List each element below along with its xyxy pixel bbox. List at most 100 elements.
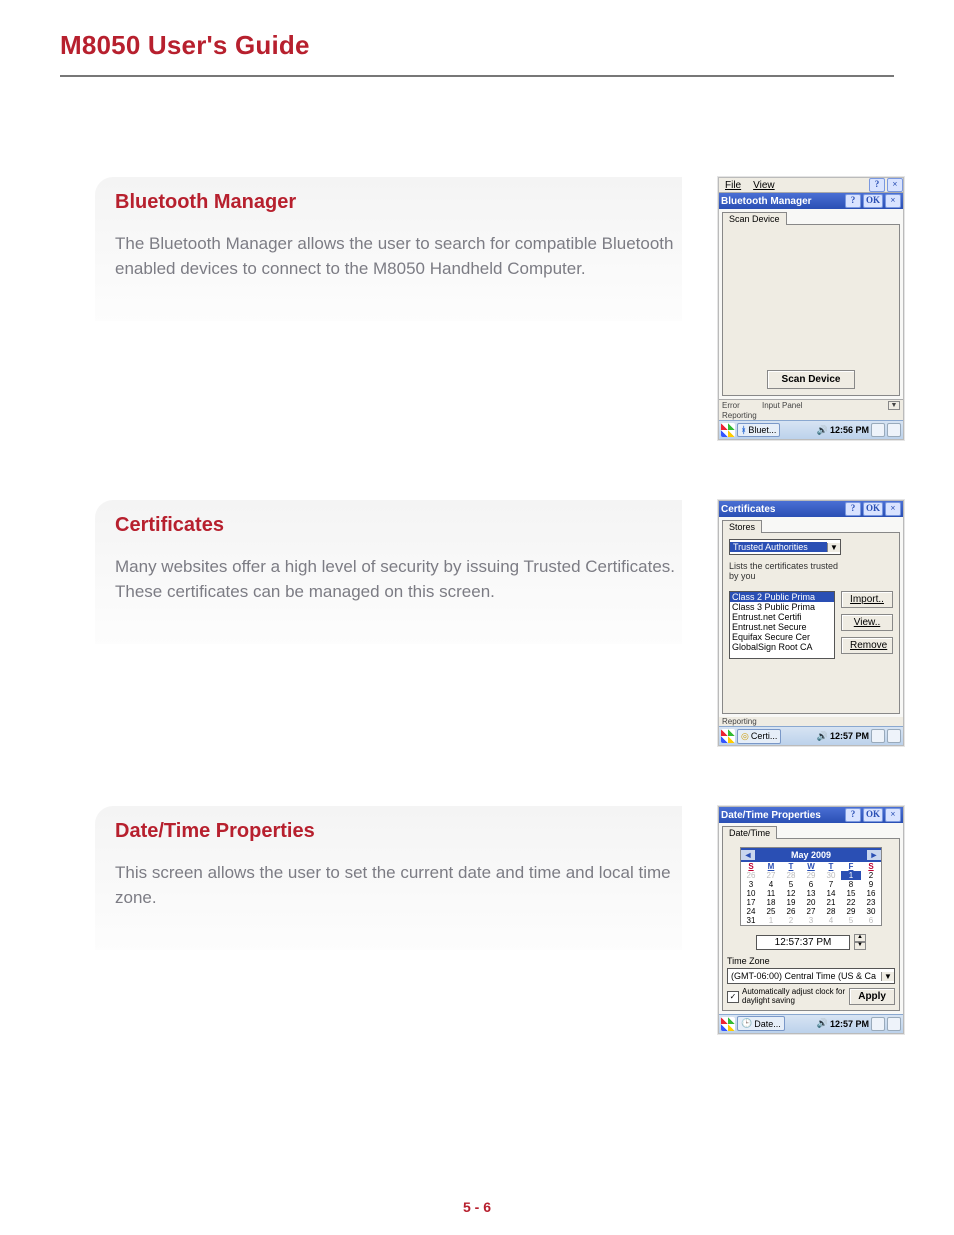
apply-button[interactable]: Apply [849, 988, 895, 1005]
bt-ok-button[interactable]: OK [863, 194, 883, 208]
cert-help-button[interactable]: ? [845, 502, 861, 516]
list-item[interactable]: Class 2 Public Prima [730, 592, 834, 602]
taskbar-app-button[interactable]: ◎ Certi... [737, 729, 781, 744]
cal-day[interactable]: 2 [861, 871, 881, 880]
cert-close-button[interactable]: × [885, 502, 901, 516]
cal-day[interactable]: 3 [741, 880, 761, 889]
tray-volume-icon[interactable]: 🔊 [817, 1018, 828, 1029]
header-rule [60, 75, 894, 77]
taskbar: ᚼ Bluet... 🔊 12:56 PM [719, 420, 903, 439]
cal-day[interactable]: 19 [781, 898, 801, 907]
dt-tab-datetime[interactable]: Date/Time [722, 826, 777, 839]
cal-day[interactable]: 24 [741, 907, 761, 916]
cal-day[interactable]: 15 [841, 889, 861, 898]
list-item[interactable]: Equifax Secure Cer [730, 632, 834, 642]
dst-checkbox[interactable]: ✓ [727, 991, 739, 1003]
tray-sip-icon[interactable] [871, 729, 885, 743]
cal-day[interactable]: 10 [741, 889, 761, 898]
list-item[interactable]: Entrust.net Certifi [730, 612, 834, 622]
cal-next-button[interactable]: ► [867, 850, 881, 860]
dt-window-title: Date/Time Properties [721, 810, 821, 821]
cal-day[interactable]: 29 [841, 907, 861, 916]
import-button[interactable]: Import.. [841, 591, 893, 608]
certificate-listbox[interactable]: Class 2 Public Prima Class 3 Public Prim… [729, 591, 835, 659]
time-input[interactable]: 12:57:37 PM [756, 935, 850, 950]
start-button[interactable] [721, 1017, 735, 1031]
cal-day-prev[interactable]: 26 [741, 871, 761, 880]
spinner-up-icon[interactable]: ▲ [854, 934, 866, 942]
cal-day[interactable]: 20 [801, 898, 821, 907]
trusted-authorities-dropdown[interactable]: Trusted Authorities ▼ [729, 539, 841, 555]
cal-day-prev[interactable]: 28 [781, 871, 801, 880]
dt-ok-button[interactable]: OK [863, 808, 883, 822]
spinner-down-icon[interactable]: ▼ [854, 942, 866, 950]
list-item[interactable]: GlobalSign Root CA [730, 642, 834, 652]
cal-day-next[interactable]: 6 [861, 916, 881, 925]
cal-day[interactable]: 31 [741, 916, 761, 925]
cal-day[interactable]: 8 [841, 880, 861, 889]
cal-day[interactable]: 13 [801, 889, 821, 898]
bt-help-button[interactable]: ? [845, 194, 861, 208]
cal-day-next[interactable]: 4 [821, 916, 841, 925]
cal-day-next[interactable]: 2 [781, 916, 801, 925]
cal-day[interactable]: 12 [781, 889, 801, 898]
cal-day-prev[interactable]: 29 [801, 871, 821, 880]
list-item[interactable]: Class 3 Public Prima [730, 602, 834, 612]
app-help-button[interactable]: ? [869, 178, 885, 192]
tray-desktop-icon[interactable] [887, 423, 901, 437]
cert-ok-button[interactable]: OK [863, 502, 883, 516]
dropdown-icon[interactable]: ▼ [888, 401, 900, 410]
tray-sip-icon[interactable] [871, 1017, 885, 1031]
cal-day[interactable]: 5 [781, 880, 801, 889]
cal-day[interactable]: 6 [801, 880, 821, 889]
menu-file[interactable]: File [719, 180, 747, 191]
cal-day[interactable]: 16 [861, 889, 881, 898]
cert-tab-stores[interactable]: Stores [722, 520, 762, 533]
remove-button[interactable]: Remove [841, 637, 893, 654]
cal-day-next[interactable]: 1 [761, 916, 781, 925]
tray-volume-icon[interactable]: 🔊 [817, 425, 828, 436]
list-item[interactable]: Entrust.net Secure [730, 622, 834, 632]
cal-day-prev[interactable]: 27 [761, 871, 781, 880]
calendar[interactable]: ◄ May 2009 ► SMTWTFS26272829301234567891… [740, 847, 882, 926]
dt-close-button[interactable]: × [885, 808, 901, 822]
time-spinner[interactable]: ▲▼ [854, 934, 866, 950]
cal-day[interactable]: 25 [761, 907, 781, 916]
cal-day-today[interactable]: 1 [841, 871, 861, 880]
cal-day-next[interactable]: 5 [841, 916, 861, 925]
view-button[interactable]: View.. [841, 614, 893, 631]
cal-day[interactable]: 4 [761, 880, 781, 889]
taskbar-app-button[interactable]: 🕒 Date... [737, 1016, 785, 1031]
start-button[interactable] [721, 423, 735, 437]
scan-device-button[interactable]: Scan Device [767, 370, 856, 389]
cal-day[interactable]: 9 [861, 880, 881, 889]
app-close-button[interactable]: × [887, 178, 903, 192]
bt-tab-scan-device[interactable]: Scan Device [722, 212, 787, 225]
tray-desktop-icon[interactable] [887, 729, 901, 743]
cal-day[interactable]: 21 [821, 898, 841, 907]
cal-day[interactable]: 14 [821, 889, 841, 898]
cal-day-next[interactable]: 3 [801, 916, 821, 925]
cal-day[interactable]: 11 [761, 889, 781, 898]
tray-sip-icon[interactable] [871, 423, 885, 437]
taskbar-app-button[interactable]: ᚼ Bluet... [737, 423, 780, 437]
cal-day[interactable]: 17 [741, 898, 761, 907]
bt-close-button[interactable]: × [885, 194, 901, 208]
cal-day[interactable]: 22 [841, 898, 861, 907]
start-button[interactable] [721, 729, 735, 743]
tray-desktop-icon[interactable] [887, 1017, 901, 1031]
page-title: M8050 User's Guide [60, 30, 894, 61]
tray-volume-icon[interactable]: 🔊 [817, 731, 828, 742]
cal-day[interactable]: 18 [761, 898, 781, 907]
cal-day-prev[interactable]: 30 [821, 871, 841, 880]
menu-view[interactable]: View [747, 180, 781, 191]
dt-help-button[interactable]: ? [845, 808, 861, 822]
timezone-dropdown[interactable]: (GMT-06:00) Central Time (US & Ca ▼ [727, 968, 895, 984]
cal-day[interactable]: 23 [861, 898, 881, 907]
cal-day[interactable]: 30 [861, 907, 881, 916]
cal-day[interactable]: 26 [781, 907, 801, 916]
cal-day[interactable]: 27 [801, 907, 821, 916]
cal-prev-button[interactable]: ◄ [741, 850, 755, 860]
cal-day[interactable]: 7 [821, 880, 841, 889]
cal-day[interactable]: 28 [821, 907, 841, 916]
